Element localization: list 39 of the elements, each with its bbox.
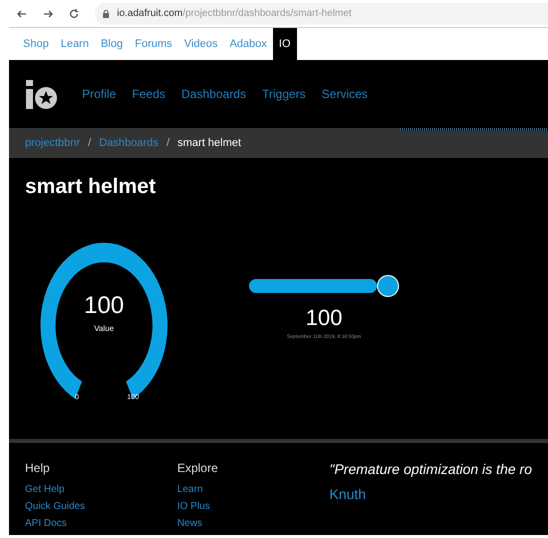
nav-tab[interactable]: Forums <box>128 28 178 60</box>
header-nav-link[interactable]: Profile <box>82 85 116 103</box>
nav-tab[interactable]: Adabox <box>224 28 273 60</box>
nav-tab[interactable]: IO <box>272 28 297 60</box>
breadcrumb-separator: / <box>88 136 92 151</box>
address-bar[interactable]: io.adafruit.com/projectbbnr/dashboards/smart-helmet <box>95 2 548 24</box>
header-nav-link[interactable]: Services <box>322 85 368 103</box>
footer-heading: Help <box>25 460 51 477</box>
breadcrumb-separator: / <box>166 136 170 151</box>
footer-link[interactable]: Quick Guides <box>25 498 178 515</box>
url-text: io.adafruit.com/projectbbnr/dashboards/smart-helmet <box>117 7 352 21</box>
slider-handle[interactable] <box>377 275 399 298</box>
back-icon[interactable] <box>17 8 27 18</box>
forward-icon[interactable] <box>43 8 53 18</box>
lock-icon <box>103 10 109 18</box>
footer-link[interactable]: Learn <box>177 481 330 498</box>
header-nav-link[interactable]: Dashboards <box>181 85 246 103</box>
header-nav-link[interactable]: Triggers <box>262 85 306 103</box>
footer-heading: Explore <box>177 460 219 477</box>
reload-icon[interactable] <box>69 8 79 18</box>
breadcrumb-link[interactable]: projectbbnr <box>25 134 80 152</box>
breadcrumb-current: smart helmet <box>178 136 242 151</box>
dashboard-title: smart helmet <box>25 174 157 200</box>
breadcrumb-link[interactable]: Dashboards <box>99 134 158 152</box>
gauge-value: 100 <box>84 292 124 320</box>
quote-author: Knuth <box>329 485 367 504</box>
footer-link[interactable]: API Docs <box>25 515 178 532</box>
header-nav-link[interactable]: Feeds <box>132 85 166 103</box>
io-logo-icon[interactable] <box>25 78 58 110</box>
nav-tab[interactable]: Blog <box>94 28 129 60</box>
quote-text: "Premature optimization is the ro <box>329 460 532 479</box>
footer-link[interactable]: IO Plus <box>177 498 330 515</box>
footer-link[interactable]: Get Help <box>25 481 178 498</box>
nav-tab[interactable]: Learn <box>54 28 95 60</box>
nav-tab[interactable]: Shop <box>17 28 55 60</box>
footer-link[interactable]: News <box>177 515 330 532</box>
slider-value: 100 <box>306 304 342 332</box>
gauge-label: Value <box>94 324 114 334</box>
nav-tab[interactable]: Videos <box>178 28 224 60</box>
